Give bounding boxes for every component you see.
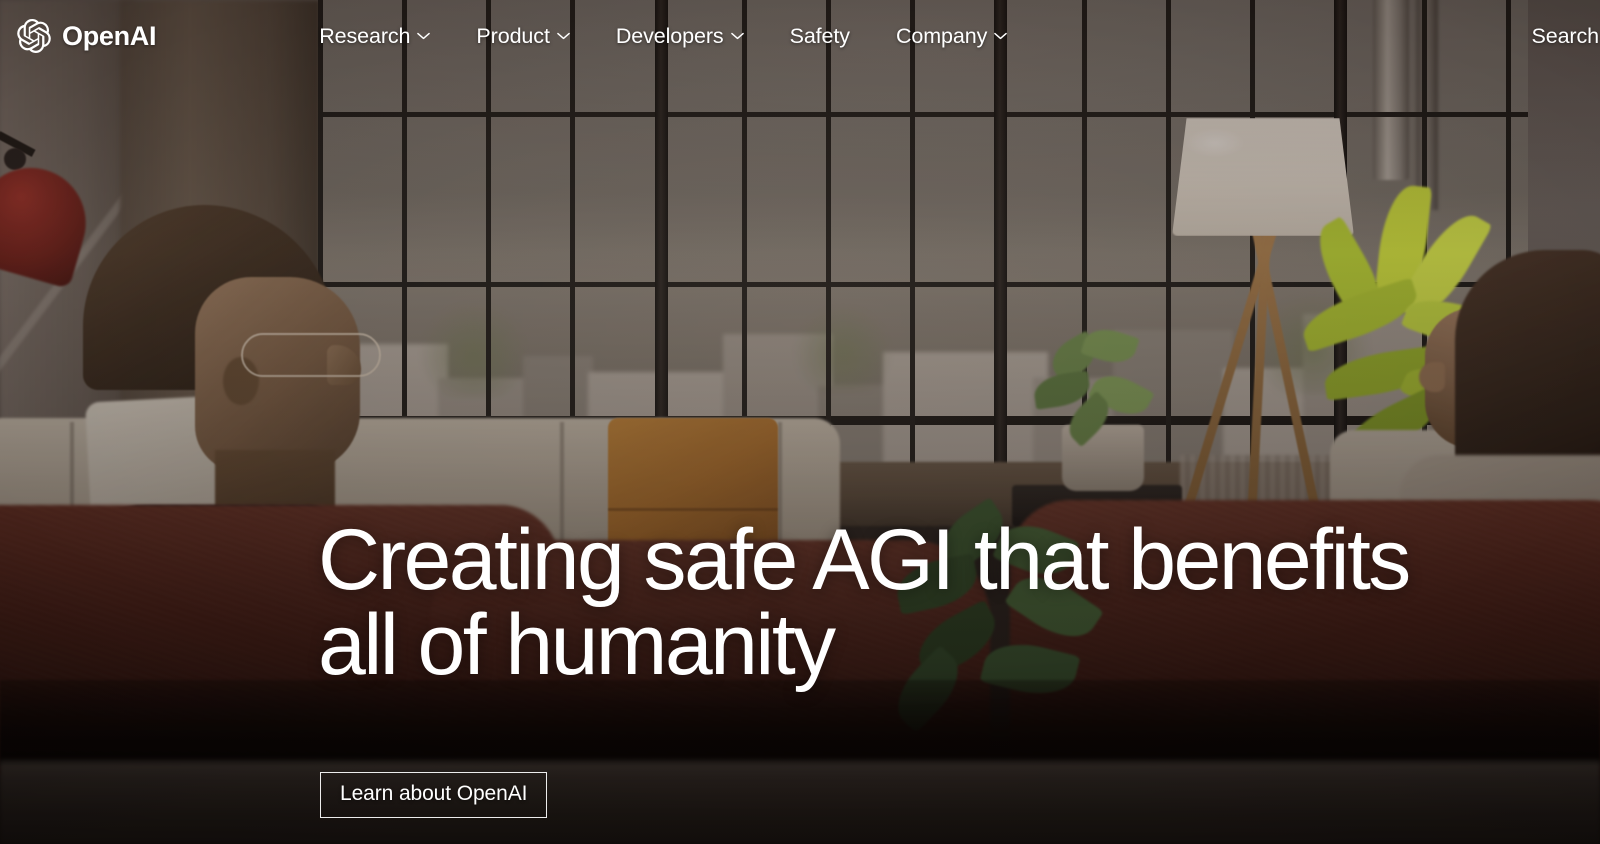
openai-blossom-icon bbox=[17, 19, 51, 53]
nav-label-developers: Developers bbox=[615, 23, 724, 48]
nav-right-group: Search bbox=[1531, 16, 1600, 57]
primary-nav-links: Research Product Developers Safety Compa… bbox=[296, 16, 1030, 57]
chevron-down-icon bbox=[557, 32, 570, 40]
hero-copy-block: Creating safe AGI that benefits all of h… bbox=[318, 512, 1558, 694]
nav-item-product[interactable]: Product bbox=[453, 16, 592, 57]
nav-item-safety[interactable]: Safety bbox=[767, 16, 873, 57]
openai-homepage-hero: OpenAI Research Product Developers Safet… bbox=[0, 0, 1600, 844]
chevron-down-icon bbox=[417, 32, 431, 40]
openai-logo-link[interactable]: OpenAI bbox=[17, 19, 157, 53]
nav-item-company[interactable]: Company bbox=[873, 16, 1030, 57]
learn-about-openai-button[interactable]: Learn about OpenAI bbox=[320, 772, 548, 818]
chevron-down-icon bbox=[994, 32, 1008, 40]
brand-name: OpenAI bbox=[62, 20, 157, 51]
nav-label-research: Research bbox=[319, 23, 411, 48]
nav-label-product: Product bbox=[476, 23, 550, 48]
page-title: Creating safe AGI that benefits all of h… bbox=[318, 512, 1411, 694]
foreground-table bbox=[0, 763, 1600, 844]
hero-background-photo bbox=[0, 0, 1600, 844]
nav-item-developers[interactable]: Developers bbox=[593, 16, 767, 57]
nav-label-safety: Safety bbox=[789, 23, 850, 48]
top-navigation-bar: OpenAI Research Product Developers Safet… bbox=[0, 0, 1600, 72]
nav-item-research[interactable]: Research bbox=[296, 16, 453, 57]
search-link[interactable]: Search bbox=[1531, 16, 1599, 57]
chevron-down-icon bbox=[730, 32, 744, 40]
nav-label-company: Company bbox=[895, 23, 988, 48]
